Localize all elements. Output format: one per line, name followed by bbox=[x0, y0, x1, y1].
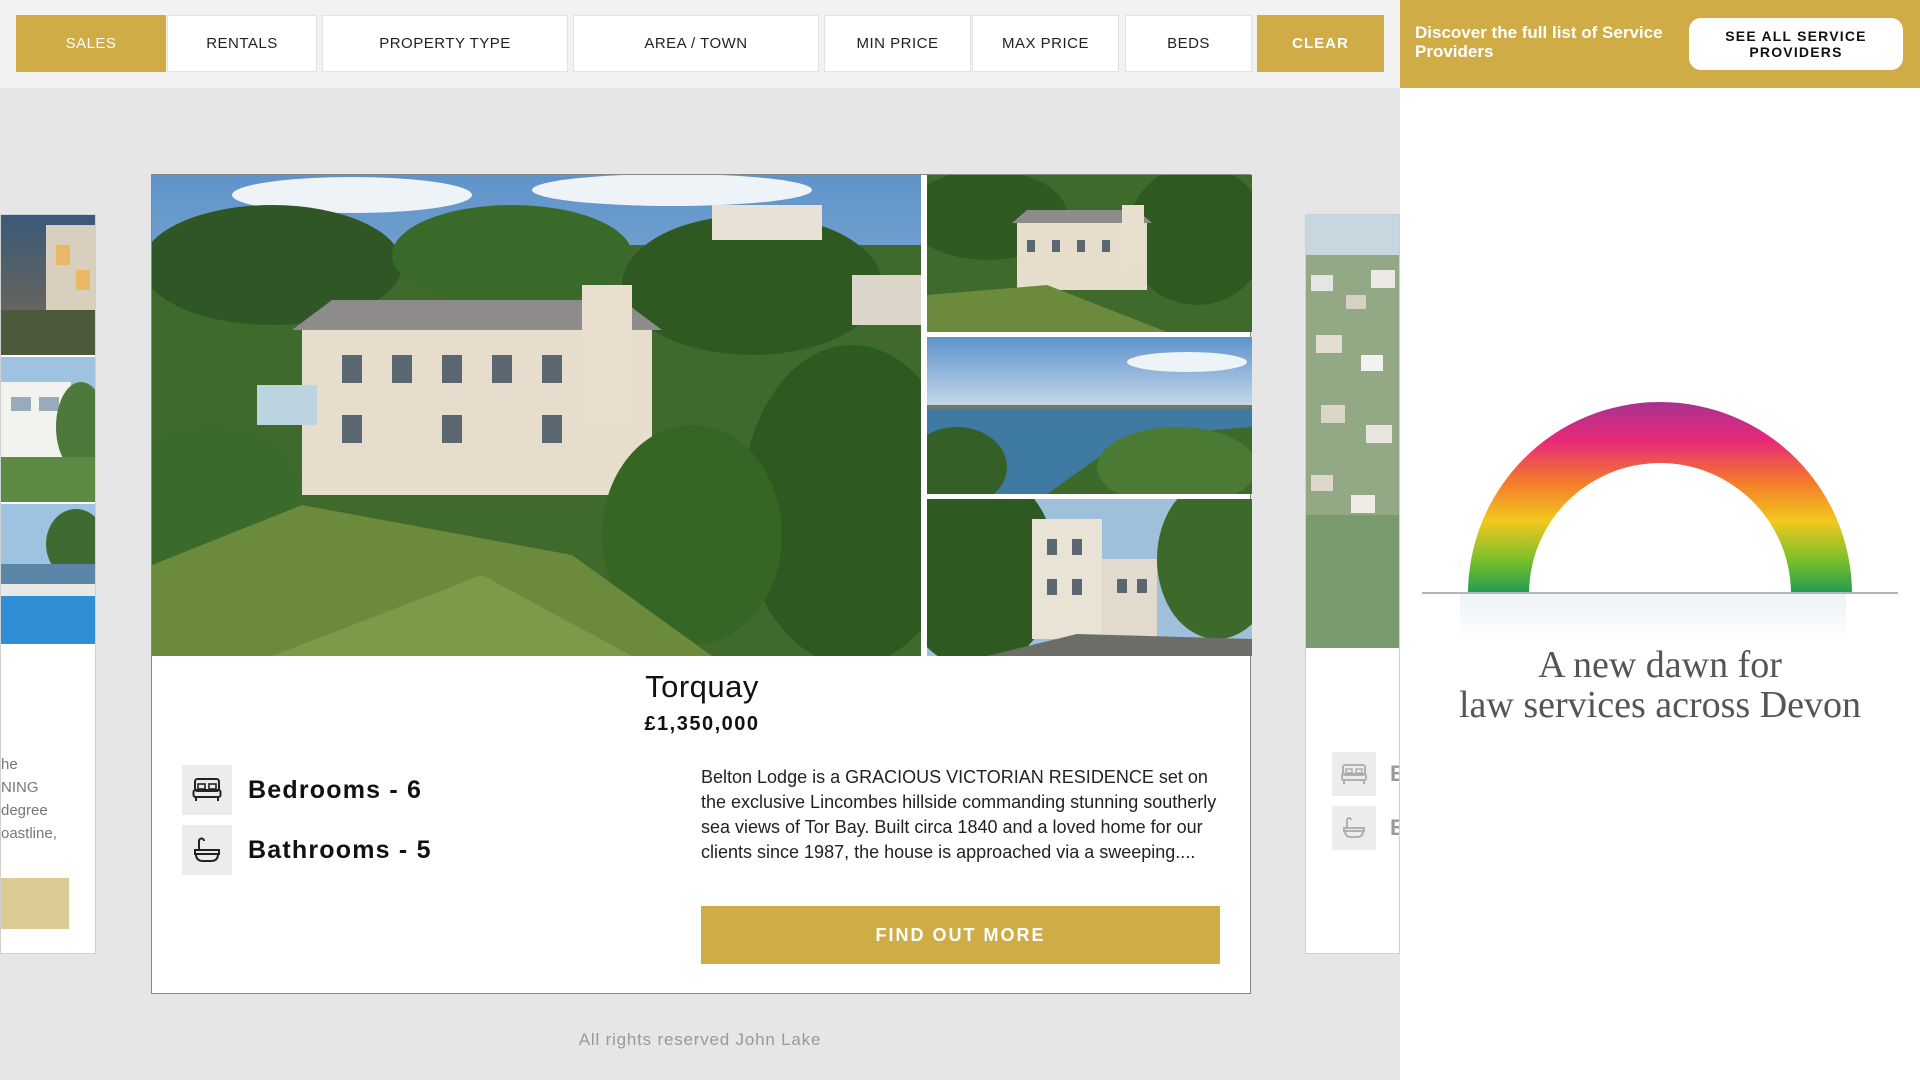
previous-listing-card[interactable]: he NING degree oastline, bbox=[0, 214, 96, 954]
bathrooms-feature: Bathrooms - 5 bbox=[182, 825, 432, 875]
service-providers-banner: Discover the full list of Service Provid… bbox=[1400, 0, 1920, 88]
bed-icon bbox=[182, 765, 232, 815]
bath-icon bbox=[1332, 806, 1376, 850]
advertisement[interactable]: A new dawn for law services across Devon bbox=[1420, 400, 1900, 740]
description-line: oastline, bbox=[1, 825, 57, 842]
clear-button[interactable]: CLEAR bbox=[1257, 15, 1384, 72]
listing-description: Belton Lodge is a GRACIOUS VICTORIAN RES… bbox=[701, 767, 1217, 862]
bathrooms-label: Bathrooms - 5 bbox=[248, 835, 432, 864]
bed-icon bbox=[1332, 752, 1376, 796]
service-providers-text: Discover the full list of Service Provid… bbox=[1415, 23, 1663, 61]
listing-card: Torquay £1,350,000 Bedrooms - 6 Bathroom… bbox=[151, 174, 1252, 994]
listing-photo bbox=[1, 504, 95, 644]
listing-town: Torquay bbox=[645, 669, 759, 704]
listing-photo bbox=[1, 357, 95, 502]
min-price-dropdown[interactable]: MIN PRICE bbox=[824, 15, 971, 72]
see-all-service-providers-button[interactable]: SEE ALL SERVICE PROVIDERS bbox=[1689, 18, 1903, 70]
bathrooms-feature: B bbox=[1332, 806, 1399, 850]
listing-photo bbox=[1306, 215, 1399, 648]
filter-sales-tab[interactable]: SALES bbox=[16, 15, 166, 72]
rainbow-logo bbox=[1468, 402, 1852, 594]
bathrooms-label: B bbox=[1390, 815, 1399, 841]
listing-description-fragment: he NING degree oastline, bbox=[1, 753, 95, 845]
filter-rentals-tab[interactable]: RENTALS bbox=[167, 15, 317, 72]
sidebar: Discover the full list of Service Provid… bbox=[1400, 0, 1920, 1080]
find-out-more-button[interactable]: FIND OUT MORE bbox=[701, 906, 1220, 964]
listing-thumbnail-photo[interactable] bbox=[927, 337, 1252, 494]
footer-copyright: All rights reserved John Lake bbox=[578, 1030, 822, 1049]
bedrooms-feature: Bedrooms - 6 bbox=[182, 765, 422, 815]
description-line: NING bbox=[1, 779, 39, 796]
description-line: degree bbox=[1, 802, 48, 819]
ad-tagline-line: A new dawn for bbox=[1538, 644, 1782, 686]
listing-price: £1,350,000 bbox=[644, 713, 760, 735]
next-listing-card[interactable]: B B bbox=[1305, 214, 1400, 954]
ad-tagline-line: law services across Devon bbox=[1458, 684, 1862, 726]
ad-tagline: A new dawn for law services across Devon bbox=[1420, 645, 1900, 725]
listing-main-photo[interactable] bbox=[152, 175, 921, 656]
bedrooms-label: B bbox=[1390, 761, 1399, 787]
listing-photo bbox=[1, 215, 95, 355]
bedrooms-label: Bedrooms - 6 bbox=[248, 775, 423, 804]
beds-dropdown[interactable]: BEDS bbox=[1125, 15, 1252, 72]
filter-bar: SALES RENTALS PROPERTY TYPE AREA / TOWN … bbox=[0, 0, 1400, 88]
listing-thumbnail-photo[interactable] bbox=[927, 175, 1252, 332]
bedrooms-feature: B bbox=[1332, 752, 1399, 796]
listing-thumbnail-photo[interactable] bbox=[927, 499, 1252, 656]
max-price-dropdown[interactable]: MAX PRICE bbox=[972, 15, 1119, 72]
property-type-dropdown[interactable]: PROPERTY TYPE bbox=[322, 15, 568, 72]
bath-icon bbox=[182, 825, 232, 875]
description-line: he bbox=[1, 756, 18, 773]
area-town-dropdown[interactable]: AREA / TOWN bbox=[573, 15, 819, 72]
find-out-more-button[interactable] bbox=[1, 878, 69, 929]
rainbow-reflection bbox=[1460, 594, 1846, 642]
